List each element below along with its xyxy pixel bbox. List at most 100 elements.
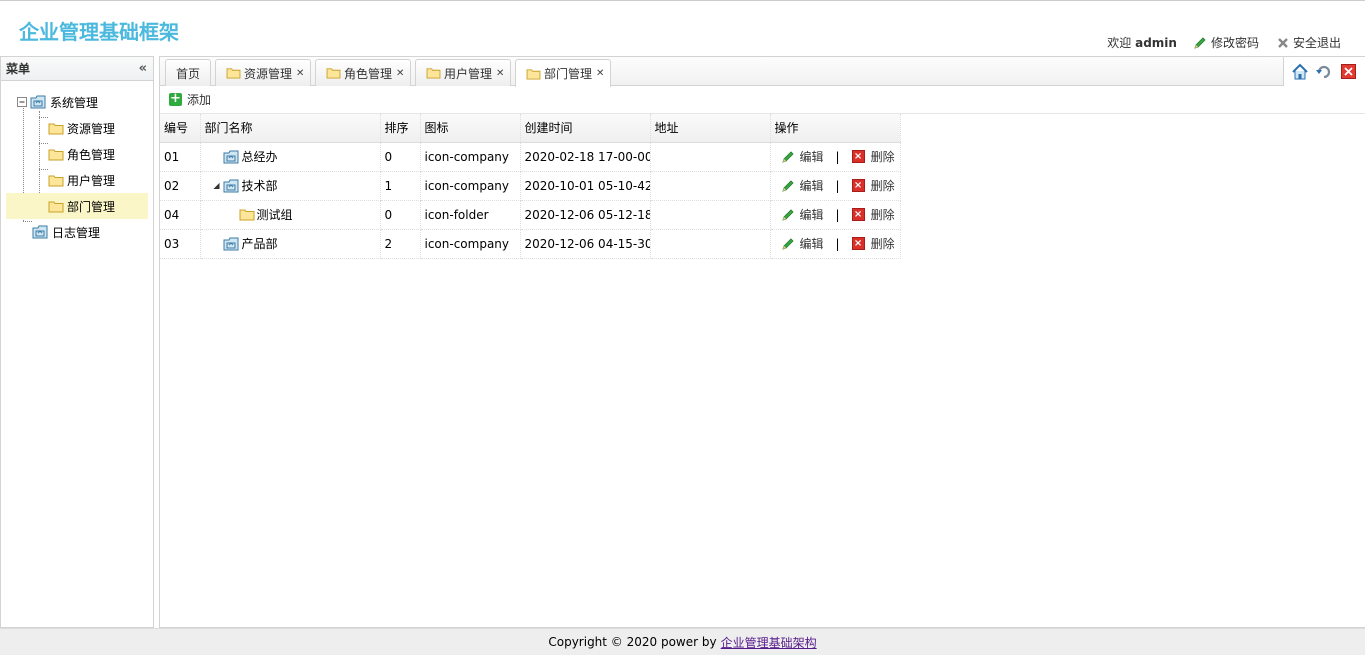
tab-role[interactable]: 角色管理 ✕ bbox=[315, 59, 412, 86]
tab-resource[interactable]: 资源管理 ✕ bbox=[215, 59, 312, 86]
tab-label: 用户管理 bbox=[444, 66, 493, 81]
user-area: 欢迎 admin 修改密码 安全退出 bbox=[1107, 34, 1341, 51]
cell-actions: 编辑 | × 删除 bbox=[770, 229, 901, 259]
edit-button[interactable]: 编辑 bbox=[781, 235, 824, 252]
cell-icon: icon-company bbox=[420, 229, 521, 259]
close-all-icon[interactable] bbox=[1339, 62, 1359, 82]
delete-label: 删除 bbox=[870, 208, 895, 222]
tab-close-icon[interactable]: ✕ bbox=[596, 68, 604, 79]
action-separator: | bbox=[835, 207, 840, 222]
tab-label: 首页 bbox=[176, 66, 201, 81]
cell-address bbox=[650, 171, 771, 201]
tab-department[interactable]: 部门管理 ✕ bbox=[515, 59, 612, 87]
tree-node-label: 部门管理 bbox=[67, 199, 116, 214]
cell-created: 2020-12-06 05-12-18 bbox=[520, 200, 651, 230]
cell-address bbox=[650, 142, 771, 172]
folder-icon bbox=[239, 209, 254, 221]
cell-name: 测试组 bbox=[200, 200, 381, 230]
delete-button[interactable]: × 删除 bbox=[851, 148, 895, 165]
tab-label: 角色管理 bbox=[344, 66, 393, 81]
col-header-name[interactable]: 部门名称 bbox=[200, 114, 381, 143]
folder-icon bbox=[326, 68, 341, 79]
tab-close-icon[interactable]: ✕ bbox=[296, 68, 304, 79]
edit-button[interactable]: 编辑 bbox=[781, 177, 824, 194]
home-icon[interactable] bbox=[1290, 62, 1310, 82]
cell-name: 总经办 bbox=[200, 142, 381, 172]
col-header-address[interactable]: 地址 bbox=[650, 114, 771, 143]
welcome-prefix: 欢迎 bbox=[1107, 36, 1132, 50]
logout-link[interactable]: 安全退出 bbox=[1277, 34, 1341, 51]
tab-close-icon[interactable]: ✕ bbox=[396, 68, 404, 79]
cell-id: 03 bbox=[160, 229, 201, 259]
edit-button[interactable]: 编辑 bbox=[781, 206, 824, 223]
delete-label: 删除 bbox=[870, 150, 895, 164]
grid-toolbar: + 添加 bbox=[160, 86, 1365, 114]
table-row[interactable]: 03 产品部 2 icon-company 2020-12-06 04-15-30 编辑 |… bbox=[160, 229, 901, 259]
tab-close-icon[interactable]: ✕ bbox=[496, 68, 504, 79]
tab-label: 部门管理 bbox=[544, 67, 593, 81]
edit-button[interactable]: 编辑 bbox=[781, 148, 824, 165]
delete-label: 删除 bbox=[870, 179, 895, 193]
header: 企业管理基础框架 欢迎 admin 修改密码 安全退出 bbox=[0, 0, 1365, 56]
menu-tree: 系统管理 资源管理 角色管理 用户管理 部门管理 日志管理 bbox=[1, 81, 153, 245]
welcome-text: 欢迎 admin bbox=[1107, 34, 1177, 51]
col-header-created[interactable]: 创建时间 bbox=[520, 114, 651, 143]
tree-node-log[interactable]: 日志管理 bbox=[1, 219, 153, 245]
folder-icon bbox=[426, 68, 441, 79]
tree-node-role[interactable]: 角色管理 bbox=[1, 141, 153, 167]
collapse-sidebar-icon[interactable]: « bbox=[139, 61, 147, 76]
add-button[interactable]: + 添加 bbox=[169, 91, 211, 108]
tree-node-label: 用户管理 bbox=[67, 173, 116, 188]
delete-icon: × bbox=[851, 150, 865, 163]
tree-node-resource[interactable]: 资源管理 bbox=[1, 115, 153, 141]
app-title: 企业管理基础框架 bbox=[19, 20, 179, 44]
tree-node-department[interactable]: 部门管理 bbox=[6, 193, 148, 219]
cell-actions: 编辑 | × 删除 bbox=[770, 142, 901, 172]
cell-actions: 编辑 | × 删除 bbox=[770, 200, 901, 230]
tab-home[interactable]: 首页 bbox=[165, 59, 212, 86]
folder-icon bbox=[48, 149, 64, 160]
folder-icon bbox=[226, 68, 241, 79]
table-row[interactable]: 02 ◢ 技术部 1 icon-company 2020-10-01 05-10-42 编辑… bbox=[160, 171, 901, 201]
delete-button[interactable]: × 删除 bbox=[851, 235, 895, 252]
tree-node-label: 资源管理 bbox=[67, 121, 116, 136]
department-name: 测试组 bbox=[256, 208, 293, 222]
cell-icon: icon-folder bbox=[420, 200, 521, 230]
folder-icon bbox=[48, 123, 64, 134]
close-icon bbox=[1278, 37, 1288, 48]
collapse-node-icon[interactable] bbox=[17, 96, 28, 108]
company-icon bbox=[30, 95, 46, 109]
refresh-icon[interactable] bbox=[1314, 62, 1334, 82]
expand-toggle-icon[interactable]: ◢ bbox=[211, 181, 223, 190]
footer-link[interactable]: 企业管理基础架构 bbox=[721, 634, 817, 651]
cell-id: 04 bbox=[160, 200, 201, 230]
table-row[interactable]: 04 测试组 0 icon-folder 2020-12-06 05-12-18 编辑 | ×… bbox=[160, 200, 901, 230]
pencil-icon bbox=[781, 208, 794, 221]
cell-sort: 0 bbox=[380, 200, 421, 230]
tree-node-system[interactable]: 系统管理 bbox=[1, 89, 153, 115]
folder-icon bbox=[48, 201, 64, 212]
table-row[interactable]: 01 总经办 0 icon-company 2020-02-18 17-00-00 编辑 |… bbox=[160, 142, 901, 172]
edit-label: 编辑 bbox=[799, 179, 824, 193]
pencil-icon bbox=[781, 150, 794, 163]
action-separator: | bbox=[835, 178, 840, 193]
company-icon bbox=[223, 237, 238, 250]
col-header-sort[interactable]: 排序 bbox=[380, 114, 421, 143]
delete-button[interactable]: × 删除 bbox=[851, 177, 895, 194]
change-password-link[interactable]: 修改密码 bbox=[1193, 34, 1259, 51]
tree-node-user[interactable]: 用户管理 bbox=[1, 167, 153, 193]
delete-button[interactable]: × 删除 bbox=[851, 206, 895, 223]
col-header-actions[interactable]: 操作 bbox=[770, 114, 901, 143]
copyright-text: Copyright © 2020 power by bbox=[548, 635, 717, 649]
sidebar-title: 菜单 bbox=[6, 62, 31, 76]
cell-icon: icon-company bbox=[420, 171, 521, 201]
tree-node-label: 角色管理 bbox=[67, 147, 116, 162]
action-separator: | bbox=[835, 149, 840, 164]
tab-user[interactable]: 用户管理 ✕ bbox=[415, 59, 512, 86]
plus-icon: + bbox=[169, 91, 182, 106]
username: admin bbox=[1135, 36, 1177, 50]
col-header-icon[interactable]: 图标 bbox=[420, 114, 521, 143]
col-header-id[interactable]: 编号 bbox=[160, 114, 201, 143]
cell-id: 02 bbox=[160, 171, 201, 201]
edit-label: 编辑 bbox=[799, 150, 824, 164]
